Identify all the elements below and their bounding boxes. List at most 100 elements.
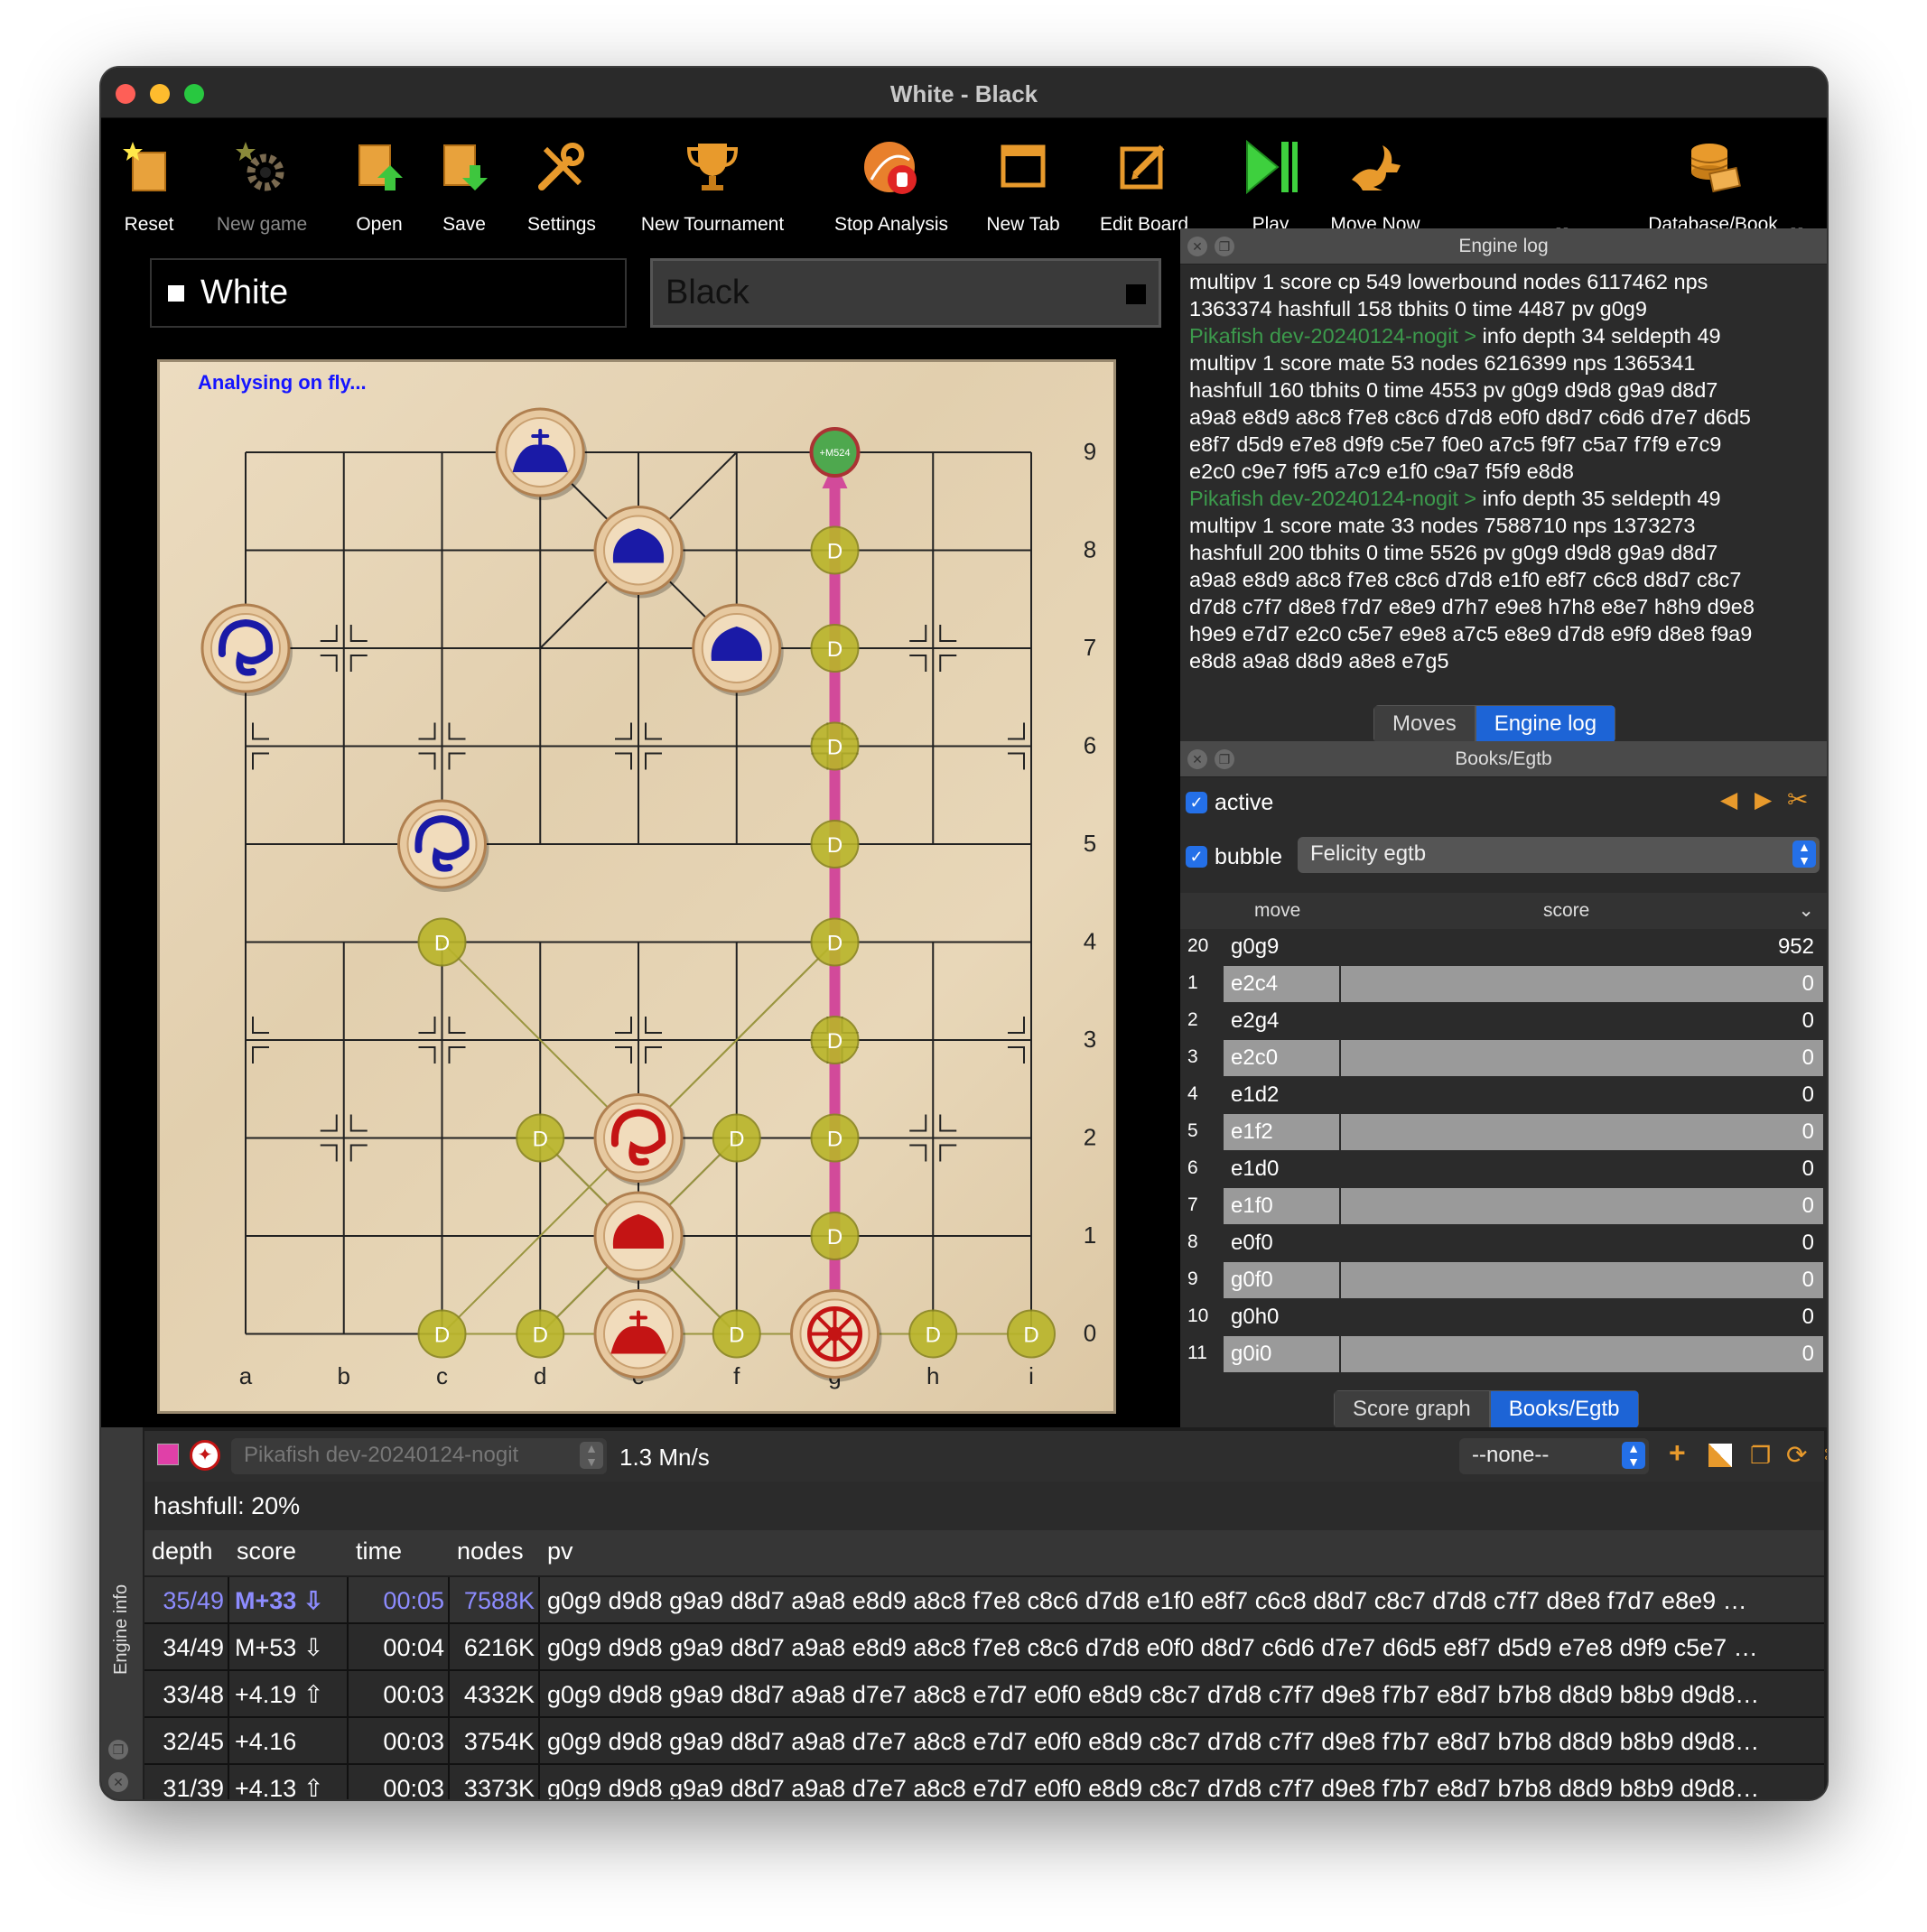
add-engine-icon[interactable]: + xyxy=(1669,1436,1686,1470)
book-row-index: 7 xyxy=(1187,1194,1198,1215)
book-row[interactable]: 1 e2c4 0 xyxy=(1180,966,1827,1002)
column-divider xyxy=(228,1624,229,1669)
chevron-down-icon[interactable]: ⌄ xyxy=(1798,893,1814,929)
book-select-arrows-icon: ▲ ▼ xyxy=(1622,1442,1645,1469)
file-label: b xyxy=(338,1362,350,1389)
column-divider xyxy=(538,1624,540,1669)
hint-dot-label: D xyxy=(827,833,842,858)
engine-log-title: Engine log xyxy=(1180,228,1827,265)
hint-dot-label: D xyxy=(1023,1324,1038,1348)
move-now-icon xyxy=(1352,145,1401,190)
tab-score-graph[interactable]: Score graph xyxy=(1334,1390,1490,1428)
best-move-badge-label: +M524 xyxy=(820,448,851,459)
pv-row[interactable]: 32/45 +4.16 00:03 3754K g0g9 d9d8 g9a9 d8d7 … xyxy=(144,1718,1824,1765)
next-book-icon[interactable]: ▶ xyxy=(1755,786,1772,813)
dock-float-icon[interactable]: ❐ xyxy=(108,1740,128,1760)
file-label: i xyxy=(1029,1362,1034,1389)
pv-row[interactable]: 35/49 M+33 ⇩ 00:05 7588K g0g9 d9d8 g9a9 d8d7… xyxy=(144,1577,1824,1624)
book-row[interactable]: 11 g0i0 0 xyxy=(1180,1336,1827,1372)
book-row-score: 0 xyxy=(1341,1151,1823,1187)
dock-close-icon[interactable]: ✕ xyxy=(108,1772,128,1792)
log-text: info depth 35 seldepth 49 xyxy=(1476,487,1721,510)
book-settings-icon[interactable]: ✂ xyxy=(1787,785,1808,814)
log-line: e2c0 c9e7 f9f5 a7c9 e1f0 c9a7 f5f9 e8d8 xyxy=(1189,458,1818,485)
log-text: info depth 34 seldepth 49 xyxy=(1476,324,1721,348)
log-line: Pikafish dev-20240124-nogit > info depth… xyxy=(1189,322,1818,349)
pv-cell-nodes: 3373K xyxy=(463,1775,535,1799)
bubble-checkbox[interactable]: ✓ xyxy=(1186,846,1207,868)
col-pv[interactable]: pv xyxy=(547,1530,573,1572)
book-row-move: e2c4 xyxy=(1224,966,1339,1002)
panel-close-icon[interactable]: ✕ xyxy=(1187,237,1207,256)
col-score[interactable]: score xyxy=(1543,893,1589,929)
column-divider xyxy=(228,1671,229,1716)
file-label: f xyxy=(733,1362,740,1389)
book-row-index: 5 xyxy=(1187,1120,1198,1141)
log-line: multipv 1 score cp 549 lowerbound nodes … xyxy=(1189,268,1818,295)
book-row-move: e2c0 xyxy=(1224,1040,1339,1076)
book-row-score: 0 xyxy=(1341,1262,1823,1298)
column-divider xyxy=(538,1671,540,1716)
svg-text:Engine info: Engine info xyxy=(111,1584,131,1675)
board-settings-icon[interactable] xyxy=(1708,1444,1732,1467)
tab-moves[interactable]: Moves xyxy=(1373,705,1476,743)
pv-row[interactable]: 33/48 +4.19 ⇧ 00:03 4332K g0g9 d9d8 g9a9 d8d… xyxy=(144,1671,1824,1718)
book-row-move: e1d0 xyxy=(1224,1151,1339,1187)
col-nodes[interactable]: nodes xyxy=(457,1530,524,1572)
engine-control-bar: ✦ Pikafish dev-20240124-nogit ▲ ▼ 1.3 Mn/… xyxy=(144,1431,1827,1482)
book-source-select[interactable]: Felicity egtb ▲ ▼ xyxy=(1298,837,1820,873)
books-close-icon[interactable]: ✕ xyxy=(1187,749,1207,769)
prev-book-icon[interactable]: ◀ xyxy=(1720,786,1737,813)
book-row[interactable]: 5 e1f2 0 xyxy=(1180,1114,1827,1150)
book-row[interactable]: 7 e1f0 0 xyxy=(1180,1188,1827,1224)
book-row-move: g0f0 xyxy=(1224,1262,1339,1298)
book-row-score: 952 xyxy=(1341,929,1823,965)
book-row[interactable]: 6 e1d0 0 xyxy=(1180,1151,1827,1187)
black-side-marker xyxy=(1126,284,1146,304)
pv-cell-depth: 35/49 xyxy=(163,1587,224,1614)
book-row[interactable]: 8 e0f0 0 xyxy=(1180,1225,1827,1261)
book-row[interactable]: 2 e2g4 0 xyxy=(1180,1003,1827,1039)
log-text: a9a8 e8d9 a8c8 f7e8 c8c6 d7d8 e1f0 e8f7 … xyxy=(1189,568,1742,591)
new-game-icon xyxy=(236,142,284,191)
book-row[interactable]: 9 g0f0 0 xyxy=(1180,1262,1827,1298)
engine-side-icon[interactable]: ✦ xyxy=(190,1440,220,1471)
rank-label: 7 xyxy=(1084,634,1096,661)
engine-color-swatch[interactable] xyxy=(157,1444,179,1465)
xiangqi-board[interactable]: abcdefghi9876543210DDDDDDDDDDDDDDDD+M524… xyxy=(157,359,1116,1414)
book-row-index: 10 xyxy=(1187,1305,1209,1326)
book-row[interactable]: 3 e2c0 0 xyxy=(1180,1040,1827,1076)
copy-icon[interactable]: ❐ xyxy=(1750,1442,1771,1470)
pv-cell-depth: 34/49 xyxy=(163,1634,224,1661)
pv-row[interactable]: 31/39 +4.13 ⇧ 00:03 3373K g0g9 d9d8 g9a9 d8d… xyxy=(144,1765,1824,1799)
col-time[interactable]: time xyxy=(356,1530,402,1572)
panel-float-icon[interactable]: ❐ xyxy=(1215,237,1234,256)
refresh-icon[interactable]: ⟳ xyxy=(1786,1440,1807,1470)
col-move[interactable]: move xyxy=(1254,893,1300,929)
engine-settings-icon[interactable]: ✂ xyxy=(1824,1440,1827,1470)
book-row[interactable]: 10 g0h0 0 xyxy=(1180,1299,1827,1335)
book-row[interactable]: 20 g0g9 952 xyxy=(1180,929,1827,965)
title-bar: White - Black xyxy=(101,68,1827,118)
tab-books-egtb[interactable]: Books/Egtb xyxy=(1489,1390,1639,1428)
book-table-header: move score ⌄ xyxy=(1180,893,1827,929)
books-float-icon[interactable]: ❐ xyxy=(1215,749,1234,769)
board-canvas[interactable]: abcdefghi9876543210DDDDDDDDDDDDDDDD+M524 xyxy=(160,362,1119,1416)
col-depth[interactable]: depth xyxy=(152,1530,213,1572)
engine-select[interactable]: Pikafish dev-20240124-nogit ▲ ▼ xyxy=(231,1438,607,1474)
book-row[interactable]: 4 e1d2 0 xyxy=(1180,1077,1827,1113)
pv-cell-time: 00:03 xyxy=(383,1728,444,1755)
active-checkbox[interactable]: ✓ xyxy=(1186,792,1207,813)
column-divider xyxy=(347,1624,349,1669)
col-score[interactable]: score xyxy=(237,1530,296,1572)
tab-engine-log[interactable]: Engine log xyxy=(1475,705,1616,743)
white-player-name: White xyxy=(200,274,289,311)
pv-row[interactable]: 34/49 M+53 ⇩ 00:04 6216K g0g9 d9d8 g9a9 d8d7… xyxy=(144,1624,1824,1671)
trophy-icon xyxy=(686,144,739,190)
book-row-move: g0i0 xyxy=(1224,1336,1339,1372)
book-row-move: e0f0 xyxy=(1224,1225,1339,1261)
white-player-box: White xyxy=(150,258,627,328)
book-row-move: e1d2 xyxy=(1224,1077,1339,1113)
book-select[interactable]: --none-- ▲ ▼ xyxy=(1459,1438,1649,1474)
pv-cell-depth: 32/45 xyxy=(163,1728,224,1755)
